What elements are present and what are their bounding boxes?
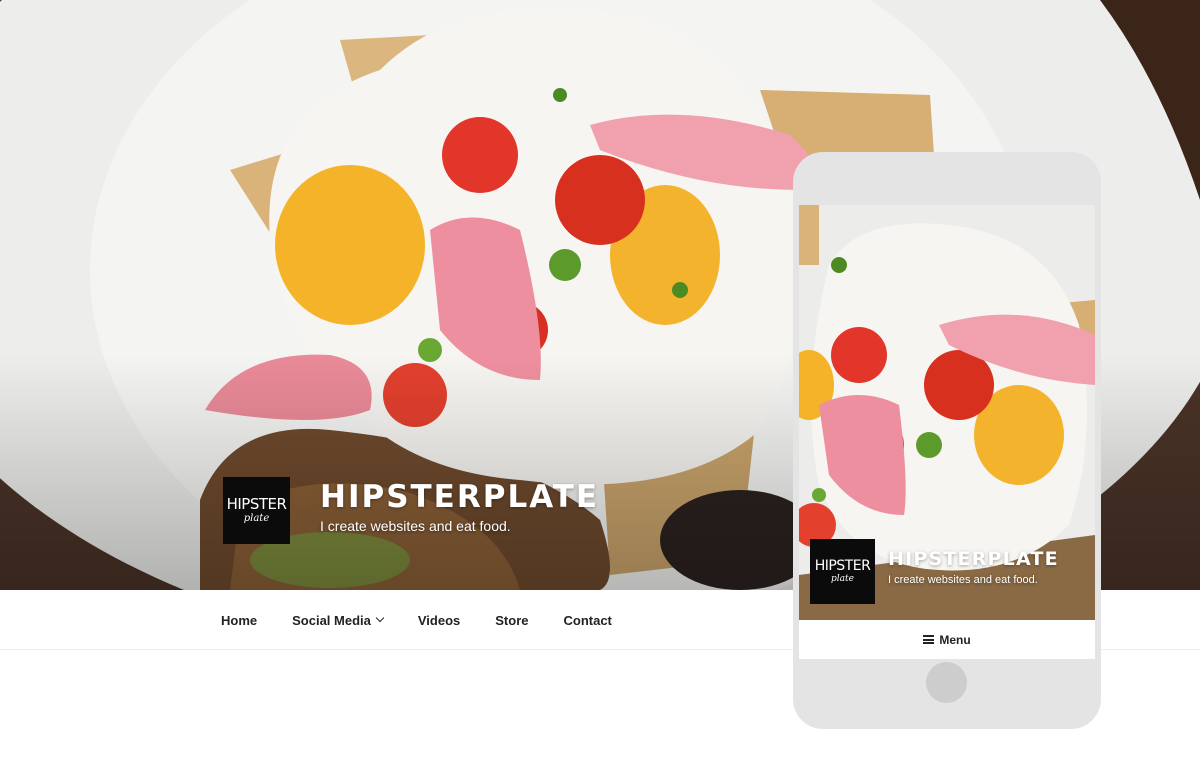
nav-label: Videos (417, 612, 461, 628)
mobile-site-title[interactable]: HIPSTERPLATE (888, 548, 1059, 570)
nav-label: Store (495, 612, 529, 628)
nav-item-videos[interactable]: Videos (418, 613, 460, 628)
nav-label: Contact (563, 612, 612, 628)
phone-mockup: HIPSTER plate HIPSTERPLATE I create webs… (793, 152, 1101, 729)
mobile-site-branding: HIPSTER plate HIPSTERPLATE I create webs… (810, 539, 1059, 604)
nav-item-contact[interactable]: Contact (564, 613, 612, 628)
mobile-menu-toggle[interactable]: Menu (799, 620, 1095, 659)
site-branding: HIPSTER plate HIPSTERPLATE I create webs… (223, 477, 599, 544)
site-title[interactable]: HIPSTERPLATE (320, 479, 599, 515)
nav-item-home[interactable]: Home (221, 613, 257, 628)
mobile-site-tagline: I create websites and eat food. (888, 573, 1038, 586)
chevron-down-icon (375, 613, 385, 623)
phone-screen: HIPSTER plate HIPSTERPLATE I create webs… (799, 205, 1095, 659)
nav-label: Home (221, 612, 258, 628)
nav-item-store[interactable]: Store (495, 613, 528, 628)
logo-line-2: plate (831, 574, 854, 584)
phone-home-button (926, 662, 967, 703)
hamburger-icon (923, 635, 935, 644)
site-tagline: I create websites and eat food. (320, 518, 511, 534)
site-logo[interactable]: HIPSTER plate (223, 477, 290, 544)
nav-item-social-media[interactable]: Social Media (292, 612, 385, 628)
nav-label: Social Media (292, 612, 371, 628)
mobile-header-hero: HIPSTER plate HIPSTERPLATE I create webs… (799, 205, 1095, 620)
logo-line-1: HIPSTER (814, 558, 871, 574)
mobile-menu-label: Menu (939, 632, 971, 647)
mobile-site-logo[interactable]: HIPSTER plate (810, 539, 875, 604)
logo-line-2: plate (243, 513, 270, 524)
logo-line-1: HIPSTER (226, 495, 287, 513)
